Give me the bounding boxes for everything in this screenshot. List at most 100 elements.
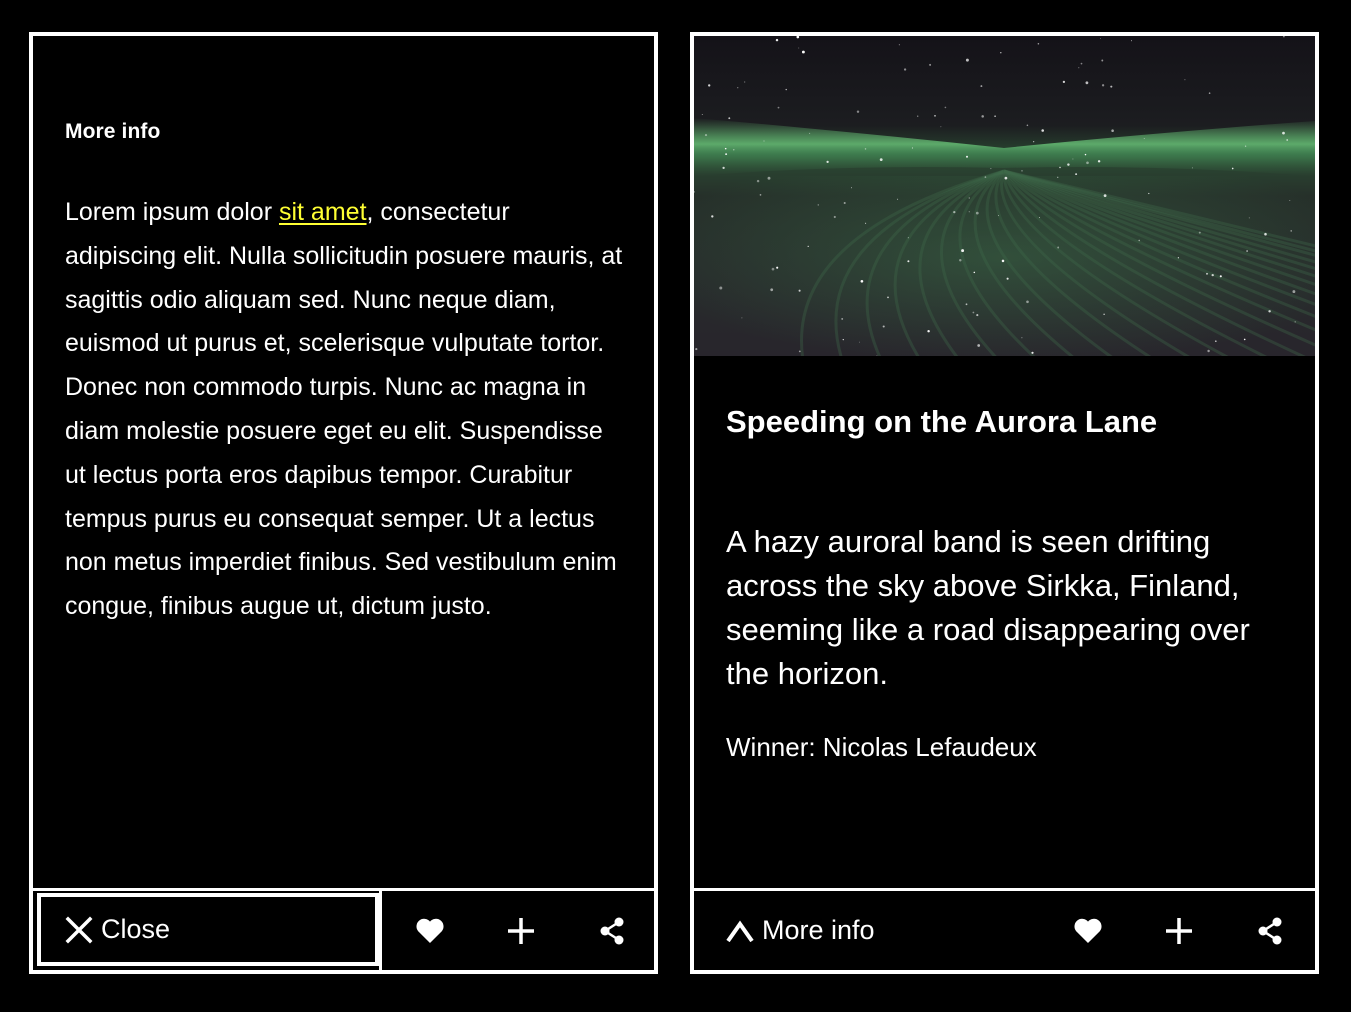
star — [1214, 340, 1217, 343]
star — [798, 47, 800, 49]
more-info-heading: More info — [65, 120, 161, 143]
star — [756, 179, 760, 183]
star — [841, 317, 844, 320]
star — [1097, 160, 1101, 163]
star — [1001, 259, 1005, 263]
footer-divider — [379, 891, 382, 970]
star — [776, 266, 779, 269]
star — [856, 110, 860, 113]
photo-description: A hazy auroral band is seen drifting acr… — [726, 524, 1250, 691]
card-footer: Close — [33, 888, 654, 970]
star — [701, 113, 703, 116]
add-button[interactable] — [491, 891, 551, 970]
share-button[interactable] — [1240, 891, 1300, 970]
star — [1289, 200, 1291, 202]
star — [1086, 161, 1089, 165]
star — [934, 115, 936, 117]
add-button[interactable] — [1149, 891, 1209, 970]
close-icon — [65, 916, 93, 943]
share-button[interactable] — [582, 891, 642, 970]
star — [722, 166, 725, 170]
star — [927, 329, 930, 333]
star — [1286, 139, 1289, 141]
star — [1062, 80, 1066, 84]
star — [1072, 158, 1074, 160]
star — [851, 187, 852, 189]
star — [842, 338, 844, 341]
star — [826, 160, 829, 164]
star — [897, 198, 899, 200]
star — [994, 115, 996, 118]
star — [980, 85, 983, 88]
star — [777, 106, 780, 109]
star — [953, 210, 956, 214]
star — [965, 58, 969, 62]
star — [744, 81, 746, 83]
more-info-body: Lorem ipsum dolor sit amet, consectetur … — [65, 191, 625, 629]
star — [1177, 257, 1180, 259]
heart-icon — [416, 918, 444, 943]
star — [1290, 230, 1292, 232]
star — [887, 296, 889, 299]
star — [1264, 232, 1267, 236]
star — [1031, 351, 1034, 354]
star — [973, 271, 976, 274]
star — [865, 222, 867, 224]
star — [907, 260, 910, 263]
star — [1198, 231, 1201, 234]
star — [1184, 79, 1186, 81]
star — [917, 115, 919, 117]
star — [859, 341, 861, 343]
body-text-start: Lorem ipsum dolor — [65, 198, 279, 226]
more-info-button[interactable]: More info — [726, 891, 875, 970]
star — [725, 153, 728, 156]
star — [724, 147, 727, 150]
star — [1085, 81, 1089, 85]
star — [1021, 170, 1023, 172]
star — [976, 314, 979, 317]
like-button[interactable] — [400, 891, 460, 970]
star — [785, 88, 787, 91]
star — [929, 63, 932, 66]
star — [775, 38, 779, 42]
star — [1211, 273, 1214, 277]
heart-icon — [1074, 918, 1102, 943]
star — [1130, 40, 1133, 42]
star — [997, 214, 1000, 217]
share-icon — [600, 917, 624, 944]
plus-icon — [508, 917, 534, 944]
star — [975, 211, 979, 215]
star — [1059, 166, 1061, 169]
star — [879, 158, 883, 161]
plus-icon — [1166, 917, 1192, 944]
star — [1084, 153, 1087, 156]
star — [876, 355, 878, 356]
star — [959, 259, 962, 262]
star — [798, 289, 801, 292]
body-text-end: , consectetur adipiscing elit. Nulla sol… — [65, 198, 623, 621]
like-button[interactable] — [1058, 891, 1118, 970]
star — [1099, 38, 1101, 39]
star — [1006, 277, 1009, 280]
star — [1111, 129, 1114, 132]
close-button[interactable]: Close — [37, 893, 379, 966]
star — [817, 204, 820, 206]
star — [1000, 51, 1002, 54]
star — [798, 350, 801, 353]
star — [968, 211, 970, 213]
star — [961, 249, 965, 253]
star — [1101, 59, 1104, 62]
star — [903, 68, 907, 71]
body-link[interactable]: sit amet — [279, 198, 367, 226]
star — [1041, 129, 1044, 132]
photo-credit: Winner: Nicolas Lefaudeux — [726, 732, 1037, 762]
star — [1078, 67, 1080, 69]
star — [882, 325, 885, 328]
star — [719, 286, 723, 290]
star — [898, 44, 900, 46]
star — [763, 140, 765, 142]
more-info-card: More info Lorem ipsum dolor sit amet, co… — [29, 32, 658, 974]
star — [972, 311, 975, 314]
star — [1110, 85, 1113, 88]
star — [1026, 124, 1029, 127]
